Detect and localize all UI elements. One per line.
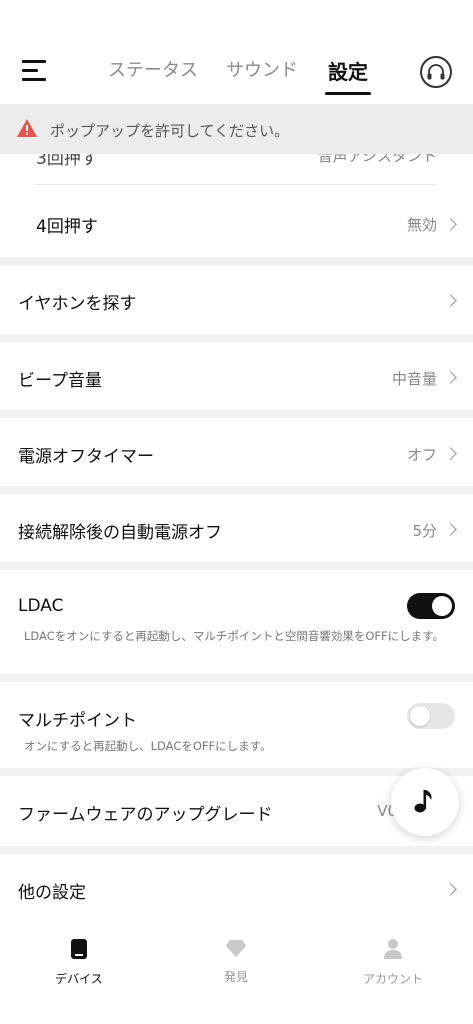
chevron-right-icon [444,218,457,231]
top-header: ステータス サウンド 設定 [0,0,473,104]
chevron-right-icon [444,447,457,460]
headphones-icon[interactable] [420,56,452,88]
nav-discover[interactable]: 発見 [176,938,296,985]
nav-device[interactable]: デバイス [19,938,139,987]
find-earphones-row[interactable]: イヤホンを探す [0,265,473,335]
other-settings-row[interactable]: 他の設定 [0,854,473,918]
ldac-label: LDAC [18,596,64,616]
active-tab-indicator [325,92,371,95]
find-earphones-label: イヤホンを探す [18,294,137,314]
multipoint-toggle[interactable] [407,703,455,729]
nav-account-label: アカウント [362,972,423,986]
tab-status[interactable]: ステータス [108,56,198,82]
multipoint-label: マルチポイント [18,711,137,731]
tab-sound[interactable]: サウンド [226,56,298,82]
auto-power-off-row[interactable]: 接続解除後の自動電源オフ 5分 [0,494,473,562]
diamond-icon [226,940,246,957]
chevron-right-icon [444,883,457,896]
nav-discover-label: 発見 [223,970,248,984]
press-action-card: 3回押す 音声アシスタント 4回押す 無効 [0,154,473,257]
chevron-right-icon [444,371,457,384]
beep-volume-value: 中音量 [391,370,437,388]
nav-account[interactable]: アカウント [333,938,453,987]
warning-icon [17,119,37,137]
bottom-navigation: デバイス 発見 アカウント [0,918,473,1024]
hamburger-menu-icon[interactable] [22,58,50,84]
ldac-toggle[interactable] [407,593,455,619]
music-note-icon [414,790,432,813]
press4-value[interactable]: 無効 [407,214,437,235]
nav-device-label: デバイス [55,972,103,986]
popup-permission-banner[interactable]: ポップアップを許可してください。 [0,104,473,154]
music-fab-button[interactable] [391,768,459,836]
row-divider [36,184,437,185]
press3-label: 3回押す [36,154,98,169]
ldac-description: LDACをオンにすると再起動し、マルチポイントと空間音響効果をOFFにします。 [24,629,444,643]
multipoint-description: オンにすると再起動し、LDACをOFFにします。 [24,739,272,753]
ldac-row: LDAC LDACをオンにすると再起動し、マルチポイントと空間音響効果をOFFに… [0,570,473,674]
power-off-timer-row[interactable]: 電源オフタイマー オフ [0,418,473,486]
tab-settings[interactable]: 設定 [328,56,368,85]
press4-label[interactable]: 4回押す [36,212,98,237]
beep-volume-row[interactable]: ビープ音量 中音量 [0,342,473,410]
person-icon [384,939,402,959]
auto-power-off-label: 接続解除後の自動電源オフ [18,523,222,543]
firmware-label: ファームウェアのアップグレード [18,805,273,825]
auto-power-off-value: 5分 [412,522,437,540]
press3-value: 音声アシスタント [317,154,437,165]
other-settings-label: 他の設定 [18,883,86,903]
banner-text: ポップアップを許可してください。 [50,122,290,140]
multipoint-row: マルチポイント オンにすると再起動し、LDACをOFFにします。 [0,682,473,768]
power-off-timer-label: 電源オフタイマー [18,447,154,467]
chevron-right-icon [444,294,457,307]
beep-volume-label: ビープ音量 [18,371,102,391]
chevron-right-icon [444,523,457,536]
power-off-timer-value: オフ [406,446,437,464]
device-icon [71,939,87,959]
